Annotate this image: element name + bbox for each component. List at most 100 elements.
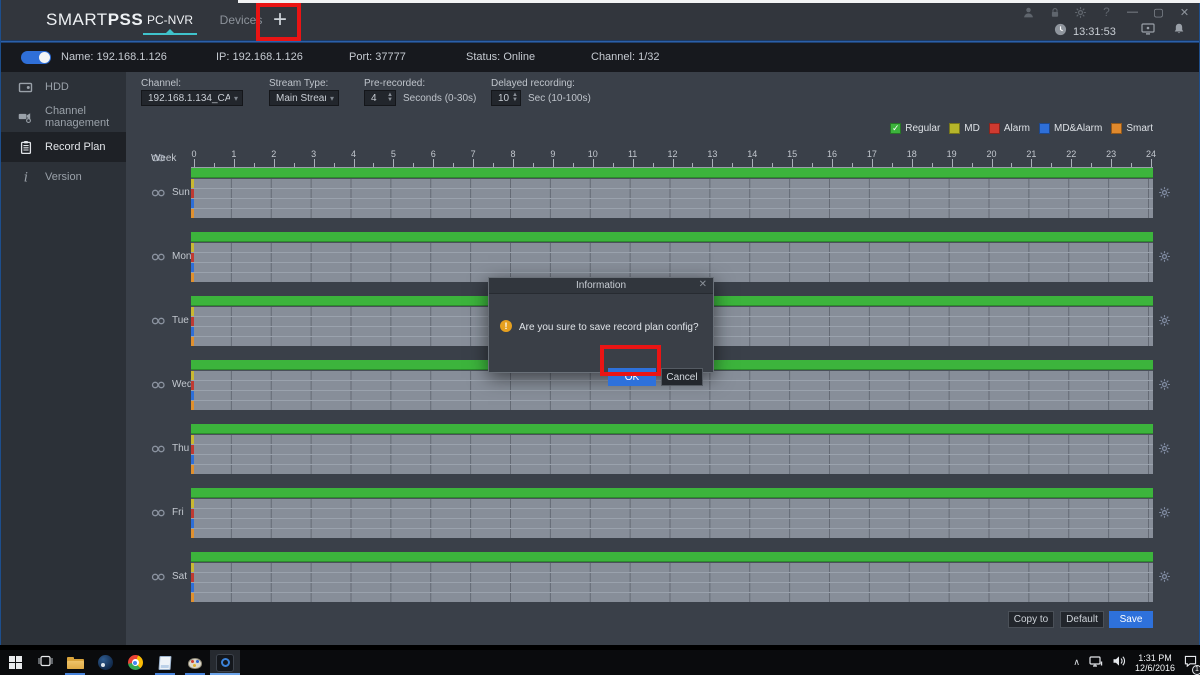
timeline-row-md[interactable] [191, 434, 1153, 444]
taskbar-paint-button[interactable] [180, 650, 210, 675]
row-settings-gear-icon[interactable] [1158, 378, 1171, 391]
timeline-row-md-alarm[interactable] [191, 198, 1153, 208]
record-segment-smart [191, 401, 194, 410]
timeline-row-md[interactable] [191, 498, 1153, 508]
help-icon[interactable]: ? [1100, 5, 1113, 19]
timeline-row-md-alarm[interactable] [191, 390, 1153, 400]
link-icon[interactable] [151, 188, 166, 198]
hour-label-22: 22 [1066, 149, 1076, 159]
pre-recorded-value: 4 [365, 93, 385, 104]
info-field-value: 37777 [375, 51, 406, 63]
link-icon[interactable] [151, 444, 166, 454]
tab-pc-nvr[interactable]: PC-NVR [139, 0, 201, 40]
minimize-button[interactable]: — [1126, 5, 1139, 19]
timeline-row-alarm[interactable] [191, 252, 1153, 262]
delayed-recording-unit: Sec (10-100s) [528, 93, 591, 104]
taskbar-start-button[interactable] [0, 650, 30, 675]
timeline-row-md-alarm[interactable] [191, 518, 1153, 528]
row-settings-gear-icon[interactable] [1158, 314, 1171, 327]
record-segment-alarm [191, 253, 194, 262]
maximize-button[interactable]: ▢ [1152, 5, 1165, 19]
timeline-row-md[interactable] [191, 242, 1153, 252]
sidebar-item-hdd[interactable]: HDD [1, 72, 126, 102]
timeline-row-regular[interactable] [191, 168, 1153, 178]
timeline-row-smart[interactable] [191, 528, 1153, 538]
hour-tick [1111, 159, 1112, 167]
row-settings-gear-icon[interactable] [1158, 442, 1171, 455]
legend-label: Smart [1126, 123, 1153, 134]
copy-to-button[interactable]: Copy to [1008, 611, 1054, 628]
action-center-icon[interactable]: 1 [1184, 654, 1197, 672]
dialog-cancel-button[interactable]: Cancel [661, 368, 703, 386]
spinner-arrows-icon[interactable]: ▲▼ [385, 93, 395, 103]
legend-checkbox[interactable] [1039, 123, 1050, 134]
timeline-row-regular[interactable] [191, 552, 1153, 562]
default-button[interactable]: Default [1060, 611, 1104, 628]
legend-checkbox[interactable] [989, 123, 1000, 134]
gear-icon[interactable] [1074, 5, 1087, 19]
taskbar-task-view-button[interactable] [30, 650, 60, 675]
timeline-row-smart[interactable] [191, 208, 1153, 218]
day-group-thu: Thu [1, 424, 1200, 474]
spinner-arrows-icon[interactable]: ▲▼ [510, 93, 520, 103]
taskbar-notepad-button[interactable] [150, 650, 180, 675]
close-button[interactable]: ✕ [1178, 5, 1191, 19]
day-timeline [191, 168, 1153, 218]
pre-recorded-spinner[interactable]: 4 ▲▼ [364, 90, 396, 106]
timeline-row-smart[interactable] [191, 464, 1153, 474]
timeline-row-md-alarm[interactable] [191, 454, 1153, 464]
timeline-row-alarm[interactable] [191, 188, 1153, 198]
timeline-row-smart[interactable] [191, 592, 1153, 602]
dialog-close-icon[interactable]: ✕ [699, 279, 707, 290]
device-enable-toggle[interactable] [21, 51, 51, 64]
volume-icon[interactable] [1112, 654, 1126, 672]
hour-label-14: 14 [747, 149, 757, 159]
taskbar-file-explorer-button[interactable] [60, 650, 90, 675]
timeline-row-alarm[interactable] [191, 444, 1153, 454]
legend-checkbox[interactable]: ✓ [890, 123, 901, 134]
taskbar-steam-button[interactable] [90, 650, 120, 675]
timeline-row-smart[interactable] [191, 400, 1153, 410]
timeline-row-regular[interactable] [191, 232, 1153, 242]
timeline-row-md[interactable] [191, 562, 1153, 572]
save-button[interactable]: Save [1109, 611, 1153, 628]
sidebar-item-channel-management[interactable]: Channel management [1, 102, 126, 132]
record-segment-alarm [191, 189, 194, 198]
alarm-bell-icon[interactable] [1173, 22, 1185, 40]
hour-tick [673, 159, 674, 167]
link-icon[interactable] [151, 316, 166, 326]
timeline-row-md[interactable] [191, 178, 1153, 188]
device-grid-icon[interactable] [1141, 22, 1155, 40]
row-settings-gear-icon[interactable] [1158, 506, 1171, 519]
record-segment-md [191, 499, 194, 508]
timeline-row-md-alarm[interactable] [191, 262, 1153, 272]
delayed-recording-spinner[interactable]: 10 ▲▼ [491, 90, 521, 106]
hour-label-13: 13 [707, 149, 717, 159]
link-icon[interactable] [151, 252, 166, 262]
sidebar-item-record-plan[interactable]: Record Plan [1, 132, 126, 162]
timeline-row-alarm[interactable] [191, 572, 1153, 582]
link-icon[interactable] [151, 380, 166, 390]
taskbar-chrome-button[interactable] [120, 650, 150, 675]
timeline-row-regular[interactable] [191, 424, 1153, 434]
stream-type-select[interactable]: Main Stream ▾ [269, 90, 339, 106]
link-icon[interactable] [151, 572, 166, 582]
row-settings-gear-icon[interactable] [1158, 186, 1171, 199]
tray-expand-icon[interactable]: ∧ [1073, 657, 1080, 668]
timeline-row-md-alarm[interactable] [191, 582, 1153, 592]
row-settings-gear-icon[interactable] [1158, 250, 1171, 263]
taskbar-clock[interactable]: 1:31 PM 12/6/2016 [1135, 653, 1175, 673]
timeline-row-regular[interactable] [191, 488, 1153, 498]
row-settings-gear-icon[interactable] [1158, 570, 1171, 583]
legend-checkbox[interactable] [949, 123, 960, 134]
hour-tick [354, 159, 355, 167]
taskbar-smart-pss-button[interactable] [210, 650, 240, 675]
network-icon[interactable] [1089, 654, 1103, 672]
link-icon[interactable] [151, 508, 166, 518]
timeline-row-alarm[interactable] [191, 508, 1153, 518]
legend-checkbox[interactable] [1111, 123, 1122, 134]
channel-select[interactable]: 192.168.1.134_CAM 1 ▾ [141, 90, 243, 106]
hour-label-5: 5 [391, 149, 396, 159]
lock-icon[interactable] [1048, 5, 1061, 19]
user-icon[interactable] [1022, 5, 1035, 19]
